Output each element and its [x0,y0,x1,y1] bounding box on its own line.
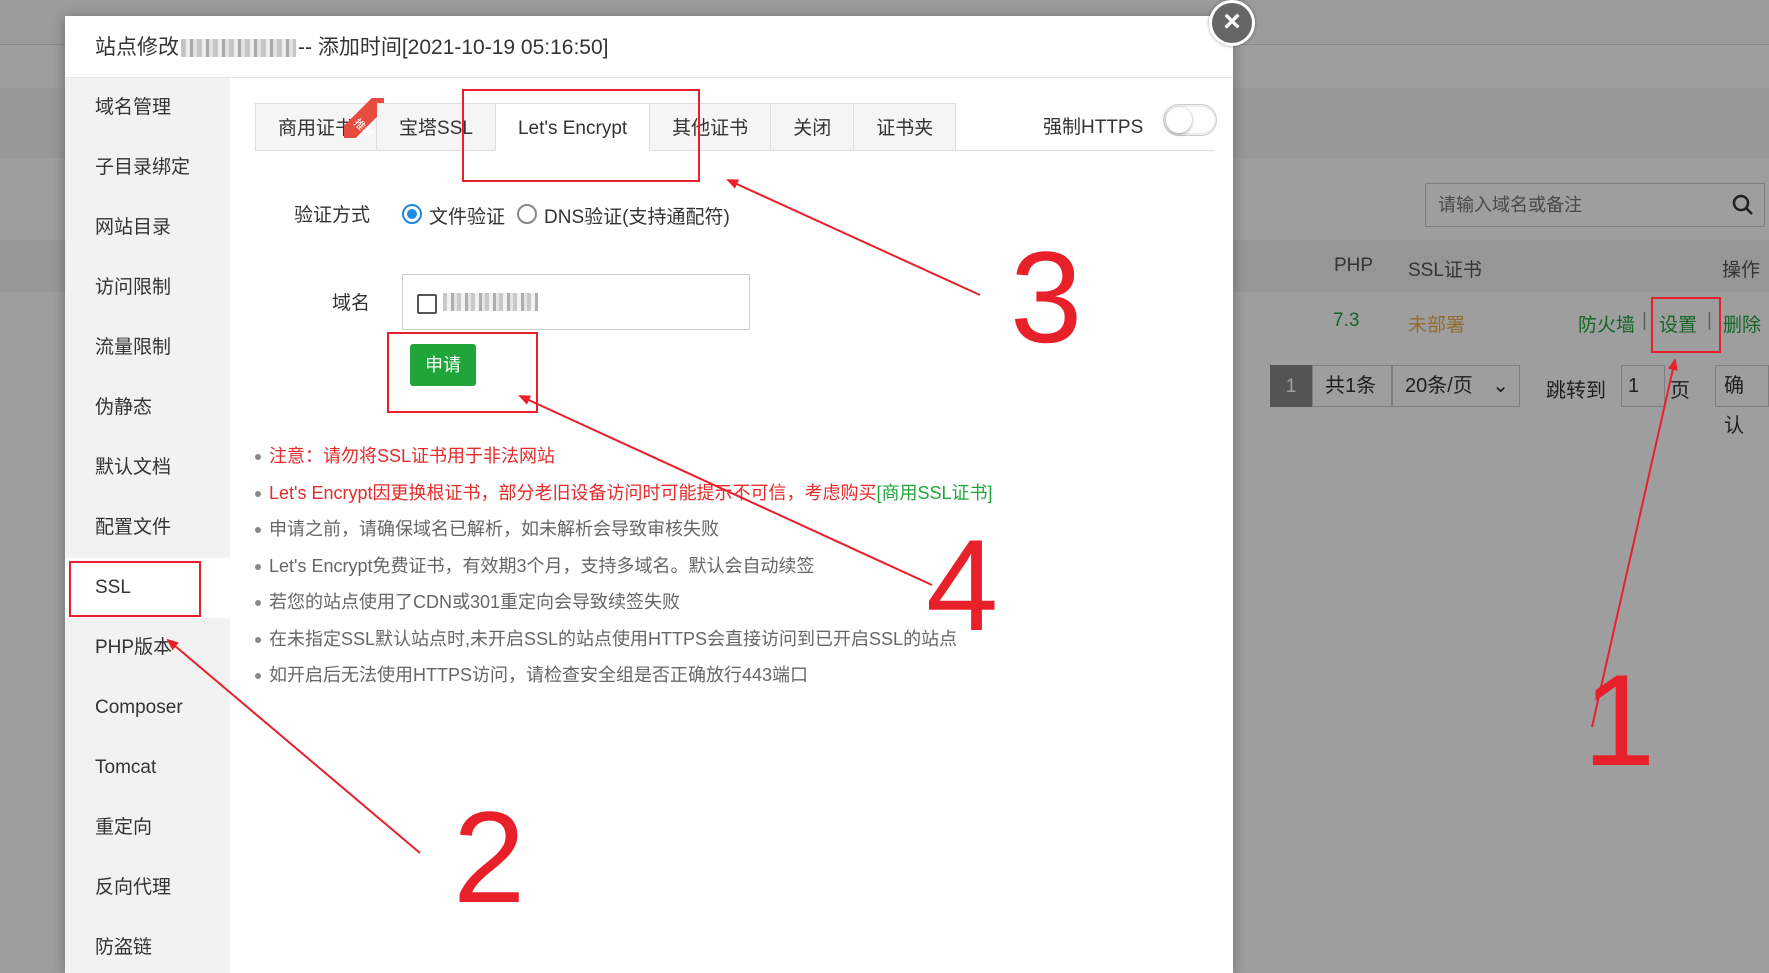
note-text: 如开启后无法使用HTTPS访问，请检查安全组是否正确放行443端口 [269,665,809,685]
list-item: 在未指定SSL默认站点时,未开启SSL的站点使用HTTPS会直接访问到已开启SS… [255,621,1215,658]
bullet-icon [255,636,261,643]
modal-title-suffix: -- 添加时间[2021-10-19 05:16:50] [298,36,609,59]
modal-close-button[interactable]: × [1209,0,1255,46]
sidebar-item-domain[interactable]: 域名管理 [65,78,230,138]
file-verify-radio[interactable] [402,204,422,224]
highlight-box-apply [387,332,538,413]
sidebar-item-redirect[interactable]: 重定向 [65,798,230,858]
file-verify-label[interactable]: 文件验证 [429,202,505,229]
dns-verify-label[interactable]: DNS验证(支持通配符) [544,202,730,229]
sidebar-item-default-doc[interactable]: 默认文档 [65,438,230,498]
highlight-box-ssl [69,561,201,617]
toggle-knob [1166,107,1192,133]
sidebar-item-traffic[interactable]: 流量限制 [65,318,230,378]
list-item: 如开启后无法使用HTTPS访问，请检查安全组是否正确放行443端口 [255,657,1215,694]
annotation-number-2: 2 [453,784,526,930]
sidebar-item-access[interactable]: 访问限制 [65,258,230,318]
sidebar-item-hotlink[interactable]: 防盗链 [65,918,230,973]
commercial-ssl-link[interactable]: [商用SSL证书] [876,483,992,503]
note-text: 申请之前，请确保域名已解析，如未解析会导致审核失败 [269,519,719,539]
tab-commercial-cert[interactable]: 商用证书 推荐 [255,98,385,151]
highlight-box-settings [1651,297,1721,353]
sidebar-item-php[interactable]: PHP版本 [65,618,230,678]
note-text: 在未指定SSL默认站点时,未开启SSL的站点使用HTTPS会直接访问到已开启SS… [269,628,958,649]
help-notes: 注意：请勿将SSL证书用于非法网站 Let's Encrypt因更换根证书，部分… [255,438,1215,694]
modal-title-prefix: 站点修改 [95,36,179,59]
bullet-icon [255,490,261,497]
force-https-toggle[interactable] [1163,104,1217,136]
blurred-domain [443,293,538,311]
bullet-icon [255,563,261,570]
note-text: 注意：请勿将SSL证书用于非法网站 [269,446,556,466]
bullet-icon [255,454,261,461]
sidebar-item-config[interactable]: 配置文件 [65,498,230,558]
sidebar-item-site-dir[interactable]: 网站目录 [65,198,230,258]
annotation-number-1: 1 [1583,647,1656,793]
tab-cert-folder[interactable]: 证书夹 [854,103,957,151]
modal-title: 站点修改 -- 添加时间[2021-10-19 05:16:50] [65,16,1233,78]
bullet-icon [255,527,261,534]
bullet-icon [255,600,261,607]
sidebar-item-subdir[interactable]: 子目录绑定 [65,138,230,198]
tab-close[interactable]: 关闭 [771,103,855,151]
dns-verify-radio[interactable] [517,204,537,224]
bullet-icon [255,673,261,680]
ssl-panel: 商用证书 推荐 宝塔SSL Let's Encrypt 其他证书 关闭 证书夹 … [230,78,1233,973]
list-item: 注意：请勿将SSL证书用于非法网站 [255,438,1215,475]
verify-method-label: 验证方式 [293,205,370,226]
domain-label: 域名 [331,293,370,314]
sidebar-item-composer[interactable]: Composer [65,678,230,738]
sidebar-item-rewrite[interactable]: 伪静态 [65,378,230,438]
list-item: 申请之前，请确保域名已解析，如未解析会导致审核失败 [255,511,1215,548]
domain-list [402,274,750,330]
sidebar-item-tomcat[interactable]: Tomcat [65,738,230,798]
note-text: 若您的站点使用了CDN或301重定向会导致续签失败 [269,592,681,612]
domain-checkbox[interactable] [417,294,437,314]
list-item: Let's Encrypt免费证书，有效期3个月，支持多域名。默认会自动续签 [255,548,1215,585]
force-https-label: 强制HTTPS [1043,117,1144,138]
blurred-domain [181,39,296,58]
list-item: Let's Encrypt因更换根证书，部分老旧设备访问时可能提示不可信，考虑购… [255,475,1215,512]
highlight-box-lets-encrypt [462,89,700,182]
note-text: Let's Encrypt免费证书，有效期3个月，支持多域名。默认会自动续签 [269,555,815,576]
list-item: 若您的站点使用了CDN或301重定向会导致续签失败 [255,584,1215,621]
annotation-number-3: 3 [1010,224,1083,370]
modal-sidebar: 域名管理 子目录绑定 网站目录 访问限制 流量限制 伪静态 默认文档 配置文件 … [65,78,230,973]
sidebar-item-proxy[interactable]: 反向代理 [65,858,230,918]
annotation-number-4: 4 [926,512,999,658]
note-text: Let's Encrypt因更换根证书，部分老旧设备访问时可能提示不可信，考虑购… [269,482,877,503]
